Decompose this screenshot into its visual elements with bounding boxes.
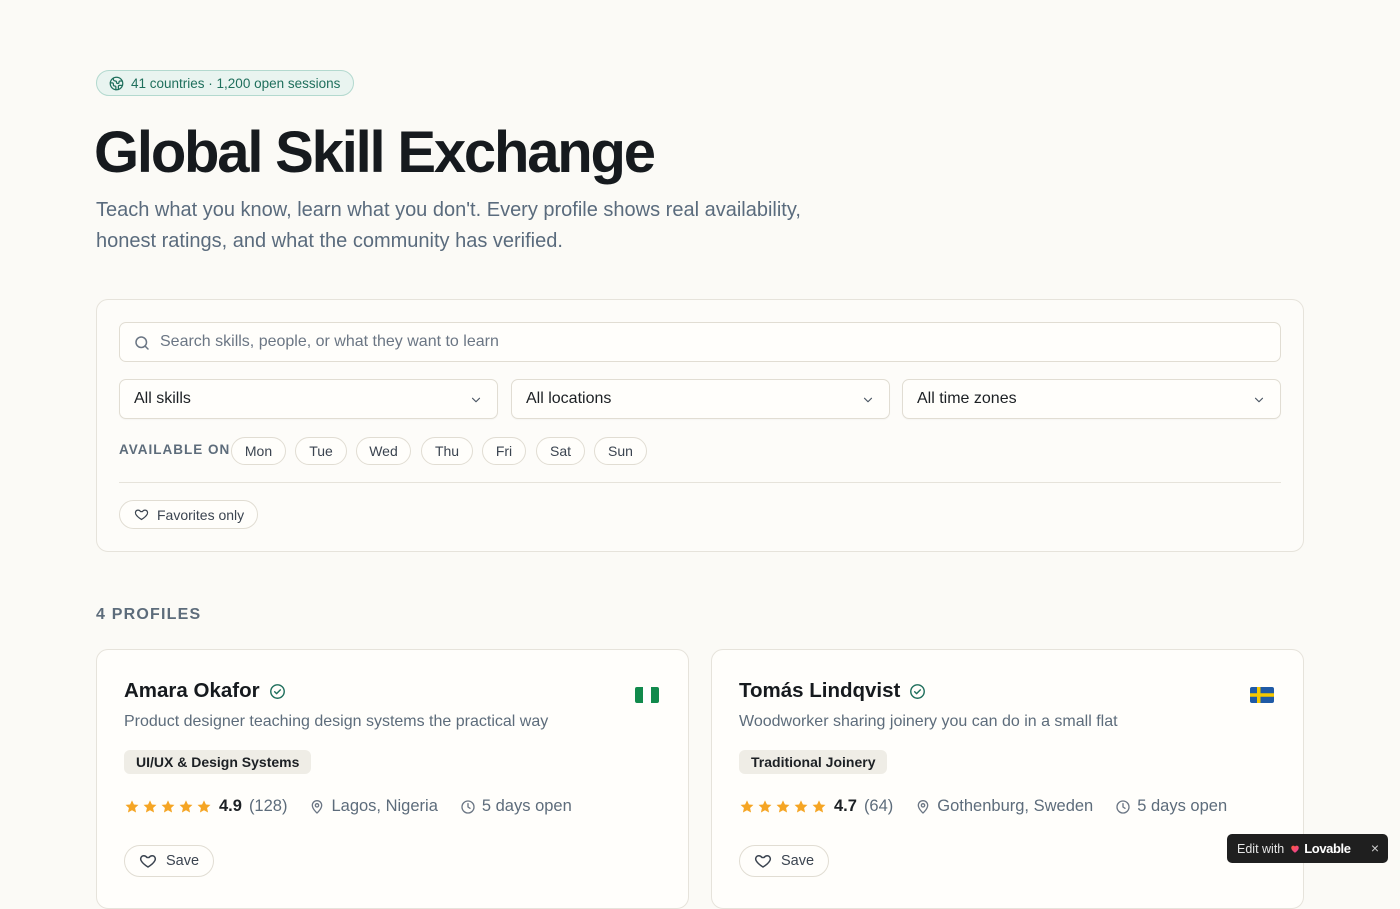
star-icon <box>197 799 211 812</box>
verified-icon <box>269 683 285 699</box>
chevron-down-icon <box>1254 397 1264 403</box>
day-toggle-sat[interactable]: Sat <box>536 437 585 465</box>
search-box[interactable] <box>119 322 1281 362</box>
subtitle-line-2: honest ratings, and what the community h… <box>96 230 563 252</box>
profile-name-row: Amara Okafor <box>124 679 286 703</box>
edit-with-lovable-badge[interactable]: Edit with Lovable × <box>1227 834 1388 863</box>
skill-tag: UI/UX & Design Systems <box>124 750 312 774</box>
sweden-flag-icon <box>1250 687 1274 703</box>
star-icon <box>812 799 826 812</box>
stats-badge: 41 countries · 1,200 open sessions <box>96 70 355 96</box>
profile-availability: 5 days open <box>481 797 572 815</box>
profile-name-row: Tomás Lindqvist <box>739 679 926 703</box>
star-icon <box>179 799 193 812</box>
chevron-down-icon <box>471 397 481 403</box>
star-icon <box>143 799 157 812</box>
search-icon <box>135 336 149 350</box>
star-icon <box>758 799 772 812</box>
locations-select[interactable]: All locations <box>511 379 890 419</box>
profile-count: 4 PROFILES <box>96 606 202 623</box>
skills-select[interactable]: All skills <box>119 379 498 419</box>
clock-icon <box>461 799 475 814</box>
heart-icon <box>754 855 772 868</box>
chevron-down-icon <box>863 397 873 403</box>
skill-tag: Traditional Joinery <box>739 750 888 774</box>
profile-name: Tomás Lindqvist <box>739 679 901 702</box>
day-toggle-mon[interactable]: Mon <box>231 437 286 465</box>
lovable-prefix: Edit with <box>1237 841 1285 856</box>
heart-icon <box>139 855 157 868</box>
subtitle-line-1: Teach what you know, learn what you don'… <box>96 199 801 221</box>
profile-card[interactable]: Tomás Lindqvist Woodworker sharing joine… <box>711 649 1304 909</box>
page-title: Global Skill Exchange <box>94 120 656 185</box>
save-button-label: Save <box>781 853 815 869</box>
star-icon <box>125 799 139 812</box>
day-toggle-thu[interactable]: Thu <box>421 437 473 465</box>
profile-availability: 5 days open <box>1137 797 1228 815</box>
rating-value: 4.7 <box>834 797 857 815</box>
review-count: (128) <box>248 797 288 815</box>
lovable-logo-icon <box>1291 845 1299 853</box>
nigeria-flag-icon <box>635 687 659 703</box>
skills-select-value: All skills <box>134 390 191 407</box>
location-pin-icon <box>312 799 323 814</box>
location-pin-icon <box>917 799 929 814</box>
timezones-select-value: All time zones <box>917 390 1017 407</box>
review-count: (64) <box>863 797 894 815</box>
available-on-label: AVAILABLE ON <box>119 442 231 457</box>
lovable-brand: Lovable <box>1304 841 1351 856</box>
rating-stars <box>739 799 827 815</box>
profile-tagline: Woodworker sharing joinery you can do in… <box>739 713 1118 730</box>
filter-divider <box>119 482 1281 483</box>
favorites-only-toggle[interactable]: Favorites only <box>119 500 259 529</box>
profile-tagline: Product designer teaching design systems… <box>124 713 549 730</box>
locations-select-value: All locations <box>526 390 612 407</box>
globe-icon <box>109 76 124 90</box>
save-button[interactable]: Save <box>739 845 830 877</box>
timezones-select[interactable]: All time zones <box>902 379 1281 419</box>
profile-location: Gothenburg, Sweden <box>937 797 1094 815</box>
page-subtitle: Teach what you know, learn what you don'… <box>96 195 816 257</box>
filter-panel: All skills All locations All time zones … <box>96 299 1304 552</box>
profile-name: Amara Okafor <box>124 679 260 702</box>
search-input[interactable] <box>120 323 1280 361</box>
day-toggle-sun[interactable]: Sun <box>594 437 647 465</box>
save-button[interactable]: Save <box>124 845 215 877</box>
day-toggle-fri[interactable]: Fri <box>482 437 526 465</box>
star-icon <box>794 799 808 812</box>
star-icon <box>740 799 754 812</box>
profile-meta: 4.7 (64) Gothenburg, Sweden 5 days open <box>739 797 1227 816</box>
profile-meta: 4.9 (128) Lagos, Nigeria 5 days open <box>124 797 572 816</box>
day-toggle-wed[interactable]: Wed <box>356 437 411 465</box>
stats-badge-text: 41 countries · 1,200 open sessions <box>131 75 341 91</box>
verified-icon <box>910 683 926 699</box>
rating-value: 4.9 <box>219 797 242 815</box>
favorites-only-label: Favorites only <box>157 506 245 523</box>
star-icon <box>776 799 790 812</box>
day-toggle-tue[interactable]: Tue <box>295 437 347 465</box>
close-icon[interactable]: × <box>1371 840 1379 856</box>
profile-location: Lagos, Nigeria <box>331 797 438 815</box>
star-icon <box>161 799 175 812</box>
rating-stars <box>124 799 212 815</box>
profile-card[interactable]: Amara Okafor Product designer teaching d… <box>96 649 689 909</box>
clock-icon <box>1116 799 1130 814</box>
save-button-label: Save <box>166 853 200 869</box>
heart-icon <box>134 509 149 521</box>
